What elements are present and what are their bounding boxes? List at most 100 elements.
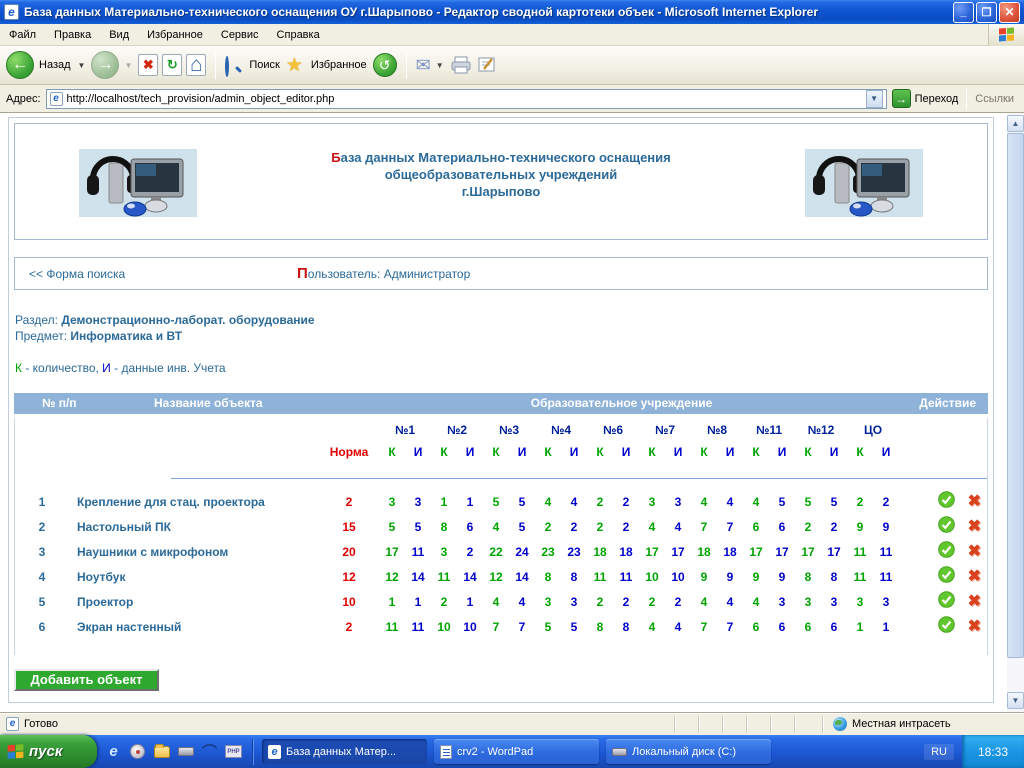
add-object-button[interactable]: Добавить объект [14,669,159,691]
address-bar: Адрес: e http://localhost/tech_provision… [0,85,1024,113]
status-cell [746,716,770,733]
school-header: №11 [743,423,795,437]
go-arrow-icon: → [892,89,911,108]
i-header: И [457,445,483,459]
table-row: 2Настольный ПК1555864522224477662299✖ [15,514,987,539]
minimize-button[interactable]: _ [953,2,974,23]
i-value: 7 [717,620,743,634]
back-button[interactable]: ← Назад ▼ [6,51,87,79]
i-value: 7 [717,520,743,534]
row-number: 1 [15,495,69,509]
taskbar-separator [252,739,253,765]
k-value: 2 [847,495,873,509]
favorites-label: Избранное [311,59,367,71]
task-button-wordpad[interactable]: crv2 - WordPad [434,739,599,764]
delete-icon[interactable]: ✖ [968,569,981,585]
delete-icon[interactable]: ✖ [968,544,981,560]
forward-button[interactable]: → ▼ [91,51,134,79]
mail-button[interactable]: ✉ ▼ [416,55,446,76]
k-value: 3 [639,495,665,509]
i-value: 5 [769,495,795,509]
favorites-button[interactable]: ★ Избранное [286,54,369,77]
start-button[interactable]: пуск [0,735,97,768]
k-value: 4 [743,495,769,509]
k-value: 9 [743,570,769,584]
confirm-icon[interactable] [938,591,955,613]
refresh-button[interactable]: ↻ [162,54,182,76]
go-button[interactable]: → Переход [892,89,959,108]
mail-dropdown-icon[interactable]: ▼ [436,61,444,70]
quicklaunch-swoosh-icon[interactable]: ⌒ [201,743,218,760]
k-value: 18 [691,545,717,559]
language-indicator[interactable]: RU [924,744,954,760]
delete-icon[interactable]: ✖ [968,594,981,610]
title-line2: общеобразовательных учреждений [385,167,618,182]
menu-item-вид[interactable]: Вид [100,24,138,46]
ie-task-icon: e [268,745,281,759]
menu-bar: ФайлПравкаВидИзбранноеСервисСправка [0,24,1024,46]
row-values: 111110107755884477666611 [379,620,899,634]
k-value: 5 [379,520,405,534]
system-tray: RU 18:33 [924,735,1024,768]
k-value: 2 [431,595,457,609]
norm-header: Норма [319,445,379,459]
norm-value: 2 [319,620,379,634]
home-button[interactable]: ⌂ [186,54,206,76]
schools-header-row: №1№2№3№4№6№7№8№11№12ЦО [15,418,987,442]
user-text: ользователь: Администратор [308,267,471,281]
confirm-icon[interactable] [938,616,955,638]
confirm-icon[interactable] [938,491,955,513]
row-number: 6 [15,620,69,634]
k-header: К [795,445,821,459]
confirm-icon[interactable] [938,566,955,588]
quicklaunch-ie-icon[interactable]: e [105,743,122,760]
task-button-disk[interactable]: Локальный диск (C:) [606,739,771,764]
menu-item-правка[interactable]: Правка [45,24,100,46]
k-value: 11 [847,545,873,559]
address-dropdown-icon[interactable]: ▼ [866,90,883,108]
print-button[interactable] [450,55,472,75]
quicklaunch-folder-icon[interactable] [154,746,170,758]
menu-item-сервис[interactable]: Сервис [212,24,268,46]
search-form-link[interactable]: << Форма поиска [29,267,125,281]
title-bar: e База данных Материально-технического о… [0,0,1024,24]
back-dropdown-icon[interactable]: ▼ [78,61,86,70]
address-input[interactable]: e http://localhost/tech_provision/admin_… [46,89,887,109]
search-icon [225,58,240,73]
delete-icon[interactable]: ✖ [968,519,981,535]
menu-item-справка[interactable]: Справка [268,24,329,46]
restore-button[interactable]: ❐ [976,2,997,23]
scroll-up-icon[interactable]: ▲ [1007,115,1024,132]
stop-button[interactable]: ✖ [138,54,158,76]
taskbar-clock: 18:33 [962,735,1024,768]
quicklaunch-cd-icon[interactable] [130,744,145,759]
i-header: И [613,445,639,459]
quicklaunch-disk-icon[interactable] [178,747,194,756]
delete-icon[interactable]: ✖ [968,619,981,635]
k-value: 4 [743,595,769,609]
confirm-icon[interactable] [938,516,955,538]
toolbar: ← Назад ▼ → ▼ ✖ ↻ ⌂ Поиск ★ Избранное ↺ … [0,46,1024,85]
history-button[interactable]: ↺ [373,53,397,77]
task-button-ie[interactable]: eБаза данных Матер... [262,739,427,764]
search-button[interactable]: Поиск [225,58,281,73]
k-value: 2 [587,520,613,534]
k-value: 4 [535,495,561,509]
confirm-icon[interactable] [938,541,955,563]
k-value: 3 [431,545,457,559]
quicklaunch-php-icon[interactable]: PHP [225,745,242,758]
menu-item-избранное[interactable]: Избранное [138,24,212,46]
go-label: Переход [915,93,959,105]
delete-icon[interactable]: ✖ [968,494,981,510]
k-value: 5 [535,620,561,634]
k-value: 17 [639,545,665,559]
ie-page-icon: e [50,92,63,106]
links-button[interactable]: Ссылки [975,93,1018,105]
vertical-scrollbar[interactable]: ▲ ▼ [1007,113,1024,712]
close-button[interactable]: ✕ [999,2,1020,23]
i-value: 23 [561,545,587,559]
edit-button[interactable] [476,55,498,75]
scrollbar-thumb[interactable] [1007,133,1024,658]
scroll-down-icon[interactable]: ▼ [1007,692,1024,709]
menu-item-файл[interactable]: Файл [0,24,45,46]
